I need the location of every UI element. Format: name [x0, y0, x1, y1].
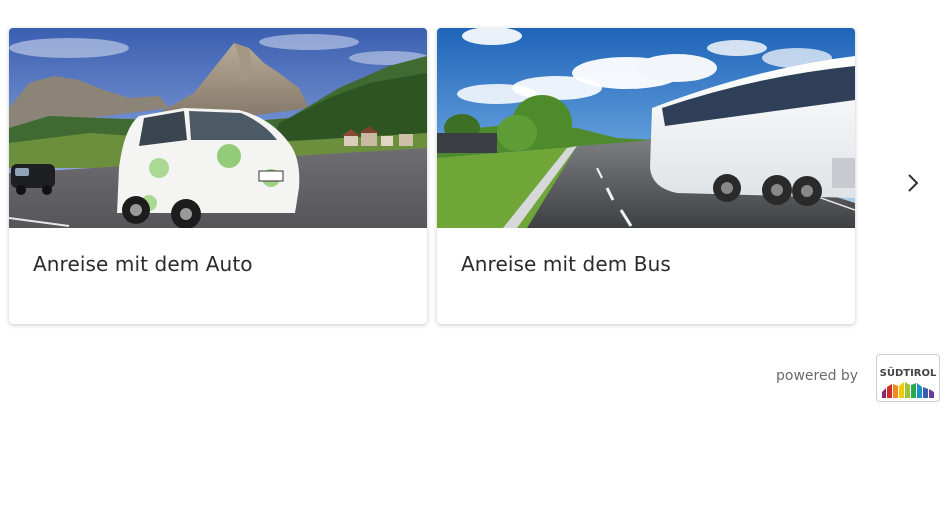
carousel-next-button[interactable] [900, 170, 926, 196]
card-car-travel[interactable]: Anreise mit dem Auto [9, 28, 427, 324]
powered-by-label: powered by [776, 368, 859, 384]
svg-text:SÜDTIROL: SÜDTIROL [880, 365, 937, 379]
car-travel-image [9, 28, 427, 228]
card-bus-travel[interactable]: Anreise mit dem Bus [437, 28, 855, 324]
card-carousel: Anreise mit dem Auto Anreise mit dem Bus [9, 28, 855, 324]
card-title[interactable]: Anreise mit dem Auto [9, 228, 427, 276]
bus-travel-image [437, 28, 855, 228]
chevron-right-icon [908, 174, 919, 192]
suedtirol-logo[interactable]: SÜDTIROL [876, 354, 940, 402]
card-title[interactable]: Anreise mit dem Bus [437, 228, 855, 276]
